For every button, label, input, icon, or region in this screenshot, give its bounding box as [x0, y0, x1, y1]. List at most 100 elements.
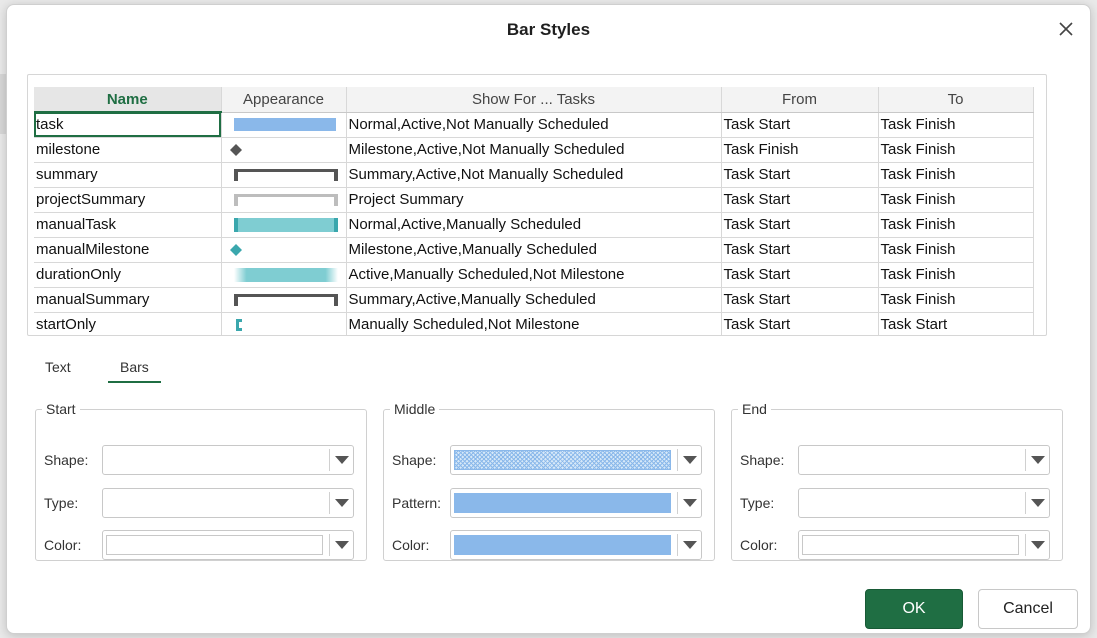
table-row[interactable]: manualTask Normal,Active,Manually Schedul… [34, 212, 1034, 238]
table-row[interactable]: startOnly Manually Scheduled,Not Mileston… [34, 312, 1034, 335]
bar-styles-table: Name Appearance Show For ... Tasks From … [34, 87, 1034, 335]
row-name-cell[interactable]: summary [34, 162, 222, 188]
chevron-down-icon[interactable] [1025, 534, 1049, 556]
row-to-cell[interactable]: Task Finish [878, 287, 1034, 313]
row-appearance-cell[interactable] [221, 312, 347, 335]
row-from-cell[interactable]: Task Start [721, 312, 879, 335]
chevron-down-icon[interactable] [677, 449, 701, 471]
chevron-down-icon[interactable] [329, 449, 353, 471]
row-show-for-cell[interactable]: Milestone,Active,Manually Scheduled [346, 237, 722, 263]
row-name-cell[interactable]: task [34, 112, 222, 138]
start-type-row: Type: [44, 488, 354, 518]
row-appearance-cell[interactable] [221, 162, 347, 188]
row-to-cell[interactable]: Task Finish [878, 262, 1034, 288]
row-from-cell[interactable]: Task Start [721, 187, 879, 213]
bar-styles-grid[interactable]: Name Appearance Show For ... Tasks From … [27, 74, 1047, 336]
middle-color-swatch [454, 535, 671, 555]
row-to-cell[interactable]: Task Finish [878, 137, 1034, 163]
row-from-cell[interactable]: Task Start [721, 262, 879, 288]
row-name-cell[interactable]: manualMilestone [34, 237, 222, 263]
end-color-row: Color: [740, 530, 1050, 560]
row-appearance-cell[interactable] [221, 237, 347, 263]
bar-appearance-preview [224, 163, 344, 187]
tab-bars[interactable]: Bars [108, 359, 161, 383]
bar-styles-dialog: Bar Styles Name Appearance Show For ... … [6, 4, 1091, 634]
chevron-down-icon[interactable] [329, 534, 353, 556]
column-header-show-for[interactable]: Show For ... Tasks [346, 87, 722, 113]
column-header-from[interactable]: From [721, 87, 879, 113]
bar-appearance-preview [224, 238, 344, 262]
row-to-cell[interactable]: Task Finish [878, 187, 1034, 213]
start-shape-label: Shape: [44, 452, 89, 468]
end-shape-dropdown[interactable] [798, 445, 1050, 475]
row-show-for-cell[interactable]: Project Summary [346, 187, 722, 213]
middle-pattern-row: Pattern: [392, 488, 702, 518]
row-appearance-cell[interactable] [221, 287, 347, 313]
start-color-dropdown[interactable] [102, 530, 354, 560]
row-show-for-cell[interactable]: Summary,Active,Manually Scheduled [346, 287, 722, 313]
row-to-cell[interactable]: Task Finish [878, 237, 1034, 263]
table-row[interactable]: manualMilestone Milestone,Active,Manually… [34, 237, 1034, 263]
row-to-cell[interactable]: Task Finish [878, 162, 1034, 188]
row-from-cell[interactable]: Task Start [721, 112, 879, 138]
end-type-dropdown[interactable] [798, 488, 1050, 518]
start-type-dropdown[interactable] [102, 488, 354, 518]
row-name-cell[interactable]: milestone [34, 137, 222, 163]
start-color-swatch [106, 535, 323, 555]
row-show-for-cell[interactable]: Normal,Active,Not Manually Scheduled [346, 112, 722, 138]
row-name-cell[interactable]: durationOnly [34, 262, 222, 288]
row-show-for-cell[interactable]: Normal,Active,Manually Scheduled [346, 212, 722, 238]
row-appearance-cell[interactable] [221, 112, 347, 138]
row-from-cell[interactable]: Task Start [721, 162, 879, 188]
start-shape-dropdown[interactable] [102, 445, 354, 475]
middle-shape-dropdown[interactable] [450, 445, 702, 475]
table-row[interactable]: task Normal,Active,Not Manually Scheduled… [34, 112, 1034, 138]
start-shape-row: Shape: [44, 445, 354, 475]
row-name-cell[interactable]: manualTask [34, 212, 222, 238]
table-row[interactable]: projectSummary Project Summary Task Start T… [34, 187, 1034, 213]
chevron-down-icon[interactable] [677, 492, 701, 514]
row-from-cell[interactable]: Task Start [721, 237, 879, 263]
table-row[interactable]: manualSummary Summary,Active,Manually Sch… [34, 287, 1034, 313]
chevron-down-icon[interactable] [677, 534, 701, 556]
chevron-down-icon[interactable] [1025, 449, 1049, 471]
column-header-appearance[interactable]: Appearance [221, 87, 347, 113]
close-icon [1059, 22, 1073, 36]
chevron-down-icon[interactable] [329, 492, 353, 514]
table-row[interactable]: milestone Milestone,Active,Not Manually S… [34, 137, 1034, 163]
row-name-cell[interactable]: projectSummary [34, 187, 222, 213]
row-show-for-cell[interactable]: Manually Scheduled,Not Milestone [346, 312, 722, 335]
column-header-name[interactable]: Name [34, 87, 222, 113]
row-name-cell[interactable]: startOnly [34, 312, 222, 335]
row-to-cell[interactable]: Task Finish [878, 112, 1034, 138]
middle-group: Middle Shape: Pattern: Color: [383, 401, 715, 561]
chevron-down-icon[interactable] [1025, 492, 1049, 514]
middle-color-dropdown[interactable] [450, 530, 702, 560]
end-color-dropdown[interactable] [798, 530, 1050, 560]
row-from-cell[interactable]: Task Start [721, 287, 879, 313]
row-show-for-cell[interactable]: Active,Manually Scheduled,Not Milestone [346, 262, 722, 288]
bar-appearance-preview [224, 113, 344, 137]
column-header-to[interactable]: To [878, 87, 1034, 113]
row-to-cell[interactable]: Task Finish [878, 212, 1034, 238]
row-appearance-cell[interactable] [221, 187, 347, 213]
row-show-for-cell[interactable]: Summary,Active,Not Manually Scheduled [346, 162, 722, 188]
row-appearance-cell[interactable] [221, 137, 347, 163]
cancel-button[interactable]: Cancel [978, 589, 1078, 629]
middle-color-row: Color: [392, 530, 702, 560]
table-row[interactable]: summary Summary,Active,Not Manually Sched… [34, 162, 1034, 188]
row-appearance-cell[interactable] [221, 212, 347, 238]
row-appearance-cell[interactable] [221, 262, 347, 288]
ok-button[interactable]: OK [865, 589, 963, 629]
tab-text[interactable]: Text [45, 359, 71, 375]
row-from-cell[interactable]: Task Finish [721, 137, 879, 163]
middle-pattern-label: Pattern: [392, 495, 442, 511]
middle-pattern-dropdown[interactable] [450, 488, 702, 518]
middle-shape-swatch [454, 450, 671, 470]
close-button[interactable] [1052, 15, 1080, 43]
row-show-for-cell[interactable]: Milestone,Active,Not Manually Scheduled [346, 137, 722, 163]
row-to-cell[interactable]: Task Start [878, 312, 1034, 335]
table-row[interactable]: durationOnly Active,Manually Scheduled,No… [34, 262, 1034, 288]
row-from-cell[interactable]: Task Start [721, 212, 879, 238]
row-name-cell[interactable]: manualSummary [34, 287, 222, 313]
